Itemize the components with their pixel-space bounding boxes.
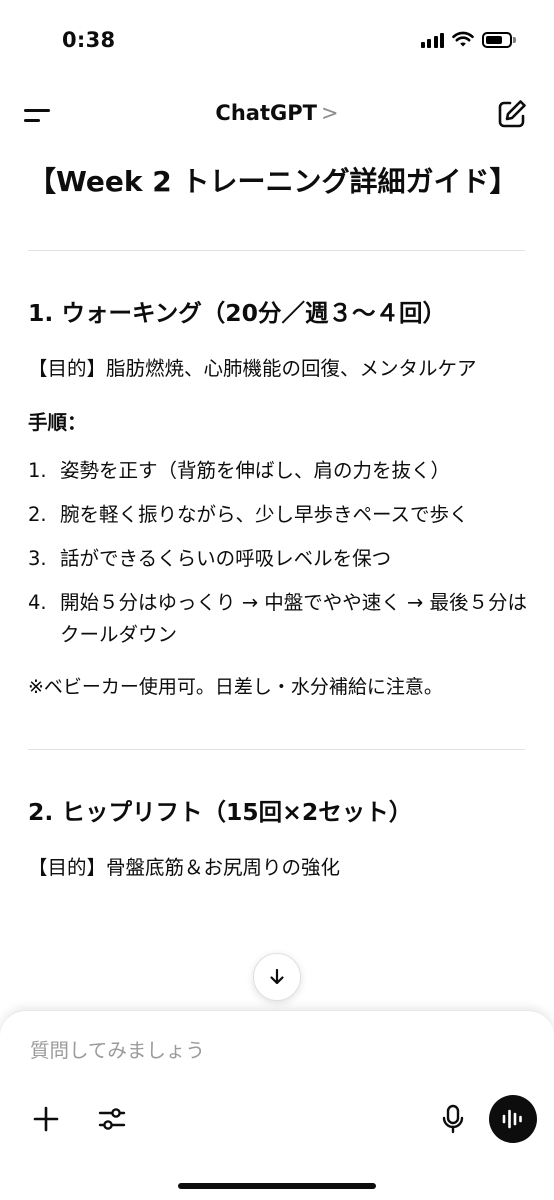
- new-chat-icon[interactable]: [496, 98, 528, 130]
- list-item: 1. 姿勢を正す（背筋を伸ばし、肩の力を抜く）: [28, 455, 528, 487]
- voice-mode-button[interactable]: [489, 1095, 537, 1143]
- section-heading-walking: 1. ウォーキング（20分／週３〜４回）: [28, 299, 446, 327]
- list-item-number: 3.: [28, 547, 47, 570]
- message-content: 【Week 2 トレーニング詳細ガイド】 1. ウォーキング（20分／週３〜４回…: [28, 160, 528, 884]
- sliders-icon: [98, 1108, 126, 1130]
- header-title: ChatGPT: [215, 101, 317, 125]
- status-icons: [420, 31, 516, 48]
- divider: [28, 250, 525, 251]
- chevron-right-icon: >: [320, 101, 339, 125]
- model-selector[interactable]: ChatGPT >: [0, 101, 554, 125]
- list-item-text: 姿勢を正す（背筋を伸ばし、肩の力を抜く）: [60, 459, 451, 482]
- list-item-number: 2.: [28, 503, 47, 526]
- home-indicator: [178, 1183, 376, 1189]
- app-header: ChatGPT >: [0, 86, 554, 144]
- wifi-icon: [452, 31, 474, 47]
- note-walking: ※ベビーカー使用可。日差し・水分補給に注意。: [28, 676, 443, 698]
- list-item-text: 開始５分はゆっくり → 中盤でやや速く → 最後５分はクールダウン: [60, 591, 527, 646]
- cellular-signal-icon: [420, 32, 444, 48]
- tools-button[interactable]: [96, 1103, 128, 1135]
- document-title: 【Week 2 トレーニング詳細ガイド】: [28, 165, 518, 198]
- list-item-number: 4.: [28, 591, 47, 614]
- list-item-text: 話ができるくらいの呼吸レベルを保つ: [60, 547, 392, 570]
- purpose-hip-lift: 【目的】骨盤底筋＆お尻周りの強化: [28, 856, 341, 879]
- divider: [28, 749, 525, 750]
- list-item: 4. 開始５分はゆっくり → 中盤でやや速く → 最後５分はクールダウン: [28, 587, 528, 651]
- voice-waveform-icon: [502, 1109, 522, 1129]
- plus-icon: [33, 1106, 59, 1132]
- dictate-button[interactable]: [437, 1103, 469, 1135]
- list-item-number: 1.: [28, 459, 47, 482]
- list-item: 3. 話ができるくらいの呼吸レベルを保つ: [28, 543, 528, 575]
- status-time: 0:38: [62, 28, 116, 52]
- attach-button[interactable]: [30, 1103, 62, 1135]
- status-bar: 0:38: [0, 0, 554, 80]
- section-heading-hip-lift: 2. ヒップリフト（15回×2セット）: [28, 798, 413, 826]
- battery-icon: [482, 31, 516, 48]
- steps-list: 1. 姿勢を正す（背筋を伸ばし、肩の力を抜く） 2. 腕を軽く振りながら、少し早…: [28, 455, 528, 651]
- purpose-walking: 【目的】脂肪燃焼、心肺機能の回復、メンタルケア: [28, 357, 477, 380]
- list-item-text: 腕を軽く振りながら、少し早歩きペースで歩く: [60, 503, 469, 526]
- list-item: 2. 腕を軽く振りながら、少し早歩きペースで歩く: [28, 499, 528, 531]
- chat-screen: 0:38 ChatGPT > 【Week 2 トレーニング詳細ガイド】 1. ウ…: [0, 0, 554, 1200]
- steps-label: 手順：: [28, 411, 87, 434]
- microphone-icon: [442, 1104, 464, 1134]
- scroll-down-button[interactable]: [253, 953, 301, 1001]
- arrow-down-icon: [270, 968, 284, 985]
- composer: [0, 1010, 554, 1200]
- message-input[interactable]: [30, 1039, 510, 1062]
